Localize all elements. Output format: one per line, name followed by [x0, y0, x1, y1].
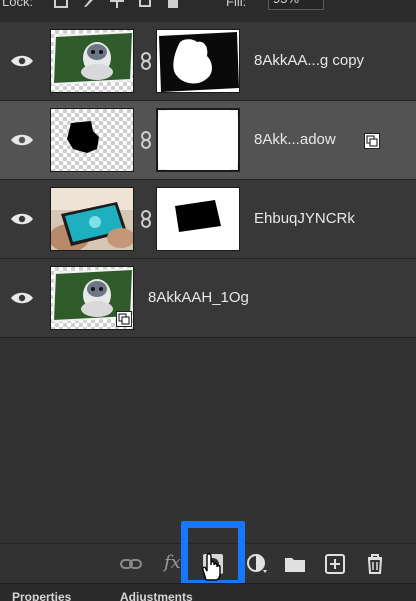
- lock-pixels-icon[interactable]: [54, 0, 68, 8]
- layer-row[interactable]: 8Akk...adow: [0, 101, 416, 180]
- eye-icon[interactable]: [10, 291, 34, 305]
- layer-name: 8AkkAAH_1Og: [148, 289, 249, 306]
- fill-label: Fill:: [226, 0, 247, 9]
- fill-input[interactable]: 95%: [268, 0, 324, 10]
- layer-mask-thumbnail[interactable]: [156, 187, 240, 251]
- panel-tabs: Properties Adjustments: [0, 583, 416, 601]
- layer-thumbnail[interactable]: [50, 187, 134, 251]
- link-layers-icon[interactable]: [120, 553, 142, 575]
- eye-icon[interactable]: [10, 133, 34, 147]
- layer-row[interactable]: 8AkkAA...g copy: [0, 22, 416, 101]
- lock-move-icon[interactable]: [110, 0, 124, 8]
- layer-mask-thumbnail[interactable]: [156, 108, 240, 172]
- hand-cursor-icon: [199, 552, 223, 582]
- chain-link-icon[interactable]: [140, 210, 152, 228]
- tab-properties[interactable]: Properties: [12, 590, 71, 601]
- new-layer-icon[interactable]: [324, 553, 346, 575]
- layer-row[interactable]: EhbuqJYNCRk: [0, 180, 416, 259]
- adjustment-layer-icon[interactable]: [246, 553, 268, 575]
- lock-icons: [54, 0, 180, 8]
- layer-name: EhbuqJYNCRk: [254, 210, 355, 227]
- layer-name: 8AkkAA...g copy: [254, 52, 365, 69]
- chain-link-icon[interactable]: [140, 131, 152, 149]
- lock-all-icon[interactable]: [166, 0, 180, 8]
- layer-name: 8Akk...adow: [254, 131, 336, 148]
- trash-icon[interactable]: [364, 553, 386, 575]
- lock-brush-icon[interactable]: [82, 0, 96, 8]
- lock-label: Lock:: [2, 0, 34, 9]
- smart-object-icon: [364, 133, 380, 149]
- layer-row[interactable]: 8AkkAAH_1Og: [0, 259, 416, 338]
- eye-icon[interactable]: [10, 212, 34, 226]
- layer-thumbnail[interactable]: [50, 29, 134, 93]
- layer-mask-thumbnail[interactable]: [156, 29, 240, 93]
- layers-options-bar: Lock: Fill: 95%: [0, 0, 416, 23]
- tab-adjustments[interactable]: Adjustments: [120, 590, 193, 601]
- layers-list: 8AkkAA...g copy 8Akk...adow EhbuqJYNCRk …: [0, 22, 416, 338]
- lock-artboard-icon[interactable]: [138, 0, 152, 8]
- eye-icon[interactable]: [10, 54, 34, 68]
- smart-object-icon: [116, 311, 132, 327]
- layer-thumbnail[interactable]: [50, 108, 134, 172]
- folder-icon[interactable]: [284, 553, 306, 575]
- chain-link-icon[interactable]: [140, 52, 152, 70]
